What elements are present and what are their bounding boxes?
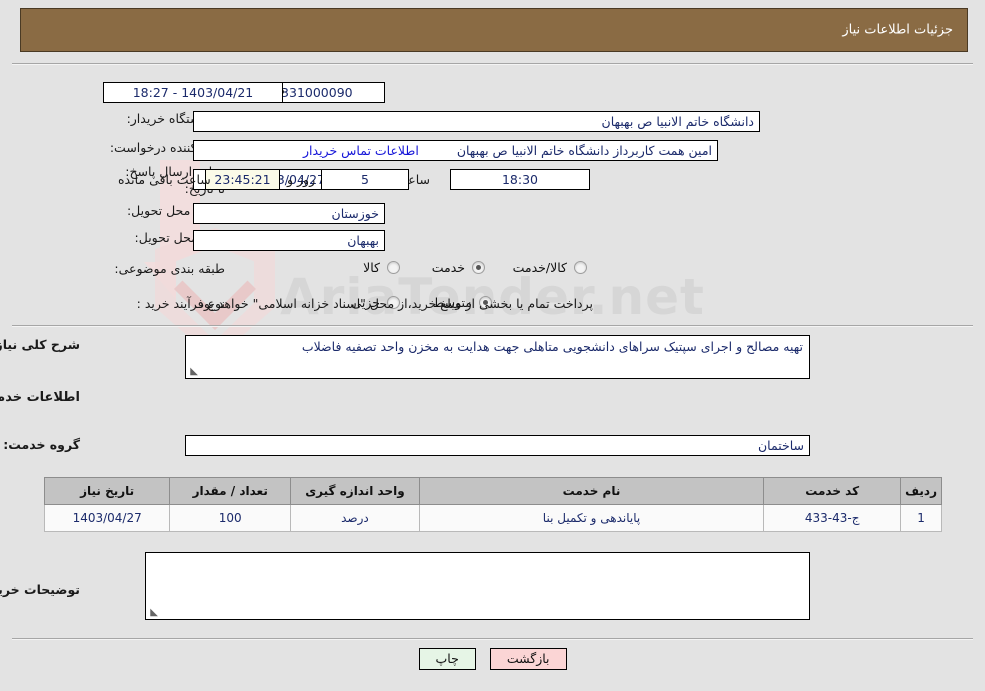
remaining-hours-label: ساعت باقی مانده xyxy=(118,172,211,187)
panel-bottom-divider xyxy=(12,638,973,640)
cell-name: پایاندهی و تکمیل بنا xyxy=(418,504,765,532)
deadline-time-value: 18:30 xyxy=(450,169,590,190)
buyer-contact-link[interactable]: اطلاعات تماس خریدار xyxy=(303,143,419,158)
countdown-value: 23:45:21 xyxy=(205,169,280,190)
category-radio-khedmat[interactable] xyxy=(472,261,485,274)
service-group-label: گروه خدمت: xyxy=(3,437,80,452)
description-textarea[interactable]: تهیه مصالح و اجرای سپتیک سراهای دانشجویی… xyxy=(185,335,810,379)
cell-date: 1403/04/27 xyxy=(43,504,171,532)
cell-index: 1 xyxy=(900,504,942,532)
category-label: طبقه بندی موضوعی: xyxy=(114,261,225,276)
process-note: پرداخت تمام یا بخشی از مبلغ خرید،از محل … xyxy=(194,296,593,311)
buyer-org-value: دانشگاه خاتم الانبیا ص بهبهان xyxy=(193,111,760,132)
province-value: خوزستان xyxy=(193,203,385,224)
services-table: ردیف کد خدمت نام خدمت واحد اندازه گیری ت… xyxy=(43,477,942,532)
service-group-label-wrap: گروه خدمت: xyxy=(3,437,80,452)
col-name: نام خدمت xyxy=(418,477,765,505)
col-quantity: تعداد / مقدار xyxy=(169,477,292,505)
contact-link-wrap[interactable]: اطلاعات تماس خریدار xyxy=(303,140,419,161)
category-option-2[interactable]: کالا/خدمت xyxy=(513,260,587,275)
table-header-row: ردیف کد خدمت نام خدمت واحد اندازه گیری ت… xyxy=(43,477,942,505)
category-label-wrap: طبقه بندی موضوعی: xyxy=(114,261,225,276)
resize-grip-icon-2[interactable]: ◣ xyxy=(148,608,158,618)
page-title-bar: جزئیات اطلاعات نیاز xyxy=(20,8,968,52)
table-row: 1 ج-43-433 پایاندهی و تکمیل بنا درصد 100… xyxy=(43,504,942,532)
services-section-title-wrap: اطلاعات خدمات مورد نیاز xyxy=(0,390,80,405)
public-announce-value: 1403/04/21 - 18:27 xyxy=(103,82,283,103)
resize-grip-icon[interactable]: ◣ xyxy=(188,367,198,377)
requester-value: امین همت کاربرداز دانشگاه خاتم الانبیا ص… xyxy=(193,140,718,161)
category-label-khedmat: خدمت xyxy=(431,260,465,275)
category-label-kala: کالا xyxy=(363,260,380,275)
buyer-notes-label: توضیحات خریدار: xyxy=(0,582,80,597)
col-date: تاریخ نیاز xyxy=(43,477,171,505)
col-code: کد خدمت xyxy=(763,477,902,505)
days-label-wrap: روز و xyxy=(287,169,315,190)
buyer-notes-label-wrap: توضیحات خریدار: xyxy=(0,582,80,597)
city-value: بهبهان xyxy=(193,230,385,251)
service-group-value: ساختمان xyxy=(185,435,810,456)
col-index: ردیف xyxy=(900,477,942,505)
panel-mid-divider xyxy=(12,325,973,327)
description-label: شرح کلی نیاز: xyxy=(0,337,80,352)
cell-unit: درصد xyxy=(290,504,420,532)
services-section-title: اطلاعات خدمات مورد نیاز xyxy=(0,390,80,405)
back-button[interactable]: بازگشت xyxy=(489,648,567,670)
col-unit: واحد اندازه گیری xyxy=(290,477,420,505)
buyer-notes-textarea[interactable]: ◣ xyxy=(145,552,810,620)
category-radio-kala[interactable] xyxy=(387,261,400,274)
description-value: تهیه مصالح و اجرای سپتیک سراهای دانشجویی… xyxy=(301,339,803,354)
cell-code: ج-43-433 xyxy=(763,504,902,532)
remaining-days-label: روز و xyxy=(287,172,316,187)
category-label-kala-khedmat: کالا/خدمت xyxy=(512,260,567,275)
remaining-label-wrap: ساعت باقی مانده xyxy=(118,169,211,190)
cell-quantity: 100 xyxy=(169,504,292,532)
page-title: جزئیات اطلاعات نیاز xyxy=(842,22,953,38)
category-option-0[interactable]: کالا xyxy=(363,260,400,275)
action-buttons: بازگشت چاپ xyxy=(0,648,985,670)
category-radio-kala-khedmat[interactable] xyxy=(574,261,587,274)
remaining-days-value: 5 xyxy=(321,169,409,190)
process-note-wrap: پرداخت تمام یا بخشی از مبلغ خرید،از محل … xyxy=(194,296,593,311)
description-label-wrap: شرح کلی نیاز: xyxy=(0,337,80,352)
category-option-1[interactable]: خدمت xyxy=(432,260,485,275)
panel-top-divider xyxy=(12,63,973,65)
page-root: AriaTender.net جزئیات اطلاعات نیاز شماره… xyxy=(0,0,985,691)
print-button[interactable]: چاپ xyxy=(418,648,476,670)
